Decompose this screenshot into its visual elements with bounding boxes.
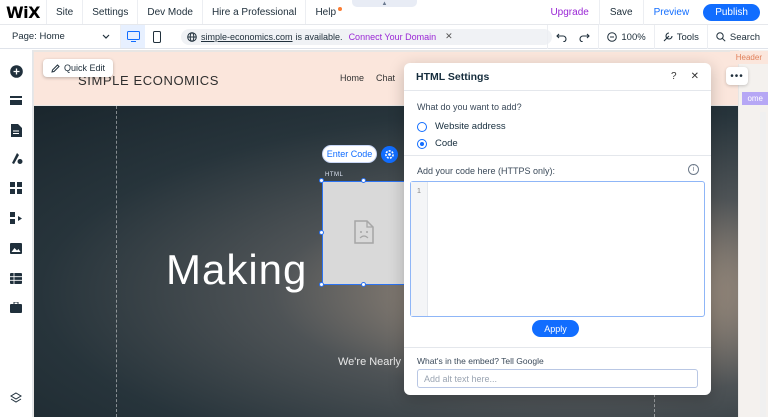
pencil-icon bbox=[51, 63, 60, 73]
toolbar-right: 100% Tools Search bbox=[547, 25, 768, 49]
html-settings-panel: HTML Settings ? ✕ What do you want to ad… bbox=[404, 63, 711, 395]
code-label: Add your code here (HTTPS only): bbox=[417, 166, 556, 176]
alt-text-input[interactable]: Add alt text here... bbox=[417, 369, 698, 388]
more-icon: ••• bbox=[730, 70, 744, 82]
mobile-view-button[interactable] bbox=[145, 25, 169, 48]
editor-toolbar: Page: Home simple-economics.com is avail… bbox=[0, 25, 768, 49]
resize-handle[interactable] bbox=[361, 178, 366, 183]
menu-hire-a-professional[interactable]: Hire a Professional bbox=[201, 0, 305, 24]
domain-available-text: is available. bbox=[295, 31, 343, 42]
divider bbox=[404, 347, 711, 348]
tools-label: Tools bbox=[676, 31, 699, 43]
menu-dev-mode[interactable]: Dev Mode bbox=[137, 0, 202, 24]
layers-icon[interactable] bbox=[9, 391, 23, 405]
add-section-icon[interactable] bbox=[9, 94, 23, 108]
publish-button[interactable]: Publish bbox=[703, 4, 760, 21]
quick-edit-button[interactable]: Quick Edit bbox=[43, 59, 114, 77]
search-button[interactable]: Search bbox=[706, 25, 768, 49]
connect-domain-link[interactable]: Connect Your Domain bbox=[349, 32, 437, 42]
close-icon[interactable]: ✕ bbox=[445, 31, 453, 42]
home-section-tag[interactable]: ome bbox=[742, 92, 768, 105]
preview-button[interactable]: Preview bbox=[642, 0, 700, 25]
page-select-label: Page: Home bbox=[12, 31, 65, 42]
chevron-up-icon: ▲ bbox=[381, 0, 388, 7]
business-apps-icon[interactable] bbox=[9, 211, 23, 225]
menu-help[interactable]: Help bbox=[305, 0, 351, 24]
line-number: 1 bbox=[416, 186, 422, 195]
info-icon[interactable]: i bbox=[688, 164, 699, 175]
broken-file-icon bbox=[354, 220, 374, 244]
media-icon[interactable] bbox=[9, 241, 23, 255]
zoom-icon bbox=[607, 32, 618, 42]
html-embed-element[interactable] bbox=[322, 181, 405, 285]
tools-icon bbox=[663, 32, 673, 42]
code-editor[interactable]: 1 bbox=[410, 181, 705, 317]
site-nav-home[interactable]: Home bbox=[340, 73, 364, 83]
top-nav: Site Settings Dev Mode Hire a Profession… bbox=[46, 0, 351, 24]
source-type-section: What do you want to add? Website address… bbox=[404, 91, 711, 156]
header-section-tag[interactable]: Header bbox=[729, 51, 768, 64]
resize-handle[interactable] bbox=[361, 282, 366, 287]
site-nav-chat[interactable]: Chat bbox=[376, 73, 395, 83]
tools-button[interactable]: Tools bbox=[653, 25, 707, 49]
hero-subtitle[interactable]: We're Nearly bbox=[338, 356, 401, 368]
chevron-down-icon bbox=[102, 34, 110, 39]
canvas-scrollbar[interactable] bbox=[760, 112, 766, 417]
left-sidebar bbox=[0, 50, 33, 417]
undo-redo bbox=[547, 25, 598, 49]
source-question: What do you want to add? bbox=[417, 102, 522, 112]
radio-website-address[interactable] bbox=[417, 121, 427, 132]
domain-text: simple-economics.com bbox=[201, 31, 293, 42]
resize-handle[interactable] bbox=[319, 282, 324, 287]
line-number-gutter: 1 bbox=[411, 182, 428, 316]
apply-button[interactable]: Apply bbox=[532, 320, 579, 337]
add-elements-icon[interactable] bbox=[9, 64, 23, 78]
cms-icon[interactable] bbox=[9, 271, 23, 285]
panel-header: HTML Settings ? ✕ bbox=[404, 63, 711, 91]
alt-text-label: What's in the embed? Tell Google bbox=[417, 356, 544, 366]
menu-site[interactable]: Site bbox=[46, 0, 82, 24]
option-label: Website address bbox=[435, 121, 506, 132]
resize-handle[interactable] bbox=[319, 178, 324, 183]
menu-settings[interactable]: Settings bbox=[82, 0, 137, 24]
redo-icon[interactable] bbox=[579, 32, 591, 42]
desktop-view-button[interactable] bbox=[121, 25, 145, 48]
html-element-label: HTML bbox=[325, 172, 344, 178]
help-icon[interactable]: ? bbox=[671, 71, 677, 82]
notification-dot bbox=[338, 7, 343, 11]
apps-icon[interactable] bbox=[9, 181, 23, 195]
option-label: Code bbox=[435, 138, 458, 149]
collapse-toolbar-tab[interactable]: ▲ bbox=[352, 0, 417, 7]
portfolio-icon[interactable] bbox=[9, 300, 23, 314]
search-icon bbox=[716, 32, 726, 42]
search-label: Search bbox=[729, 31, 760, 43]
gear-icon bbox=[385, 150, 394, 159]
save-button[interactable]: Save bbox=[598, 0, 643, 25]
enter-code-button[interactable]: Enter Code bbox=[322, 145, 377, 163]
wix-logo[interactable]: WiX bbox=[6, 3, 46, 22]
resize-handle[interactable] bbox=[319, 230, 324, 235]
upgrade-link[interactable]: Upgrade bbox=[540, 7, 598, 18]
quick-edit-label: Quick Edit bbox=[64, 63, 106, 73]
grid-guide bbox=[116, 106, 117, 417]
radio-code[interactable] bbox=[417, 138, 427, 149]
page-select[interactable]: Page: Home bbox=[0, 25, 121, 48]
site-nav: Home Chat C bbox=[340, 73, 414, 83]
zoom-level: 100% bbox=[621, 31, 646, 43]
top-right-actions: Upgrade Save Preview Publish bbox=[540, 0, 768, 25]
url-bar[interactable]: simple-economics.com is available. Conne… bbox=[181, 28, 552, 45]
panel-title: HTML Settings bbox=[416, 70, 490, 83]
option-code[interactable]: Code bbox=[417, 135, 698, 152]
settings-gear-button[interactable] bbox=[381, 146, 398, 163]
design-icon[interactable] bbox=[9, 151, 23, 165]
close-icon[interactable]: ✕ bbox=[691, 71, 699, 82]
desktop-icon bbox=[126, 31, 140, 42]
pages-icon[interactable] bbox=[9, 123, 23, 137]
globe-icon bbox=[187, 31, 197, 42]
mobile-icon bbox=[153, 30, 161, 43]
zoom-control[interactable]: 100% bbox=[598, 25, 653, 49]
more-actions-button[interactable]: ••• bbox=[726, 67, 748, 85]
undo-icon[interactable] bbox=[556, 32, 567, 42]
option-website-address[interactable]: Website address bbox=[417, 118, 698, 135]
